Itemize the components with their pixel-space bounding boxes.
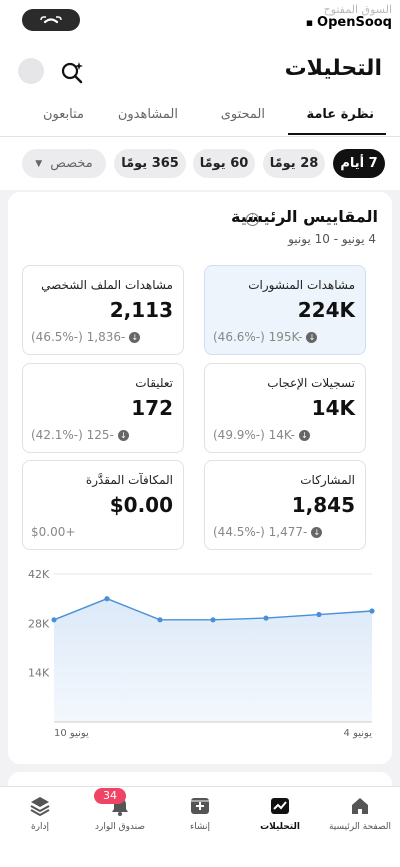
nav-label: إدارة [30, 822, 50, 832]
metric-value: 1,845 [291, 493, 355, 517]
brand-watermark: السوق المفتوح ▪ OpenSooq [306, 4, 392, 29]
nav-create[interactable]: إنشاء [162, 790, 238, 832]
arrow-down-icon: ↓ [298, 429, 310, 441]
metric-delta: (44.5%-) 1,477- ↓ [213, 525, 323, 539]
nav-label: صندوق الوارد [94, 822, 146, 832]
post-views-chart: 42K 28K 14K 4 يونيو 10 يونيو [28, 568, 375, 739]
metric-comments[interactable]: تعليقات 172 (42.1%-) 125- ↓ [22, 363, 184, 453]
arrow-down-icon: ↓ [129, 331, 141, 343]
metric-delta: $0.00+ [31, 525, 76, 539]
metric-delta: (46.5%-) 1,836- ↓ [31, 330, 141, 344]
home-icon [352, 798, 368, 814]
metric-estimated-rewards[interactable]: المكافآت المقدَّرة $0.00 $0.00+ [22, 460, 184, 550]
next-card-edge [8, 772, 392, 786]
data-point [369, 608, 375, 614]
tab-followers[interactable]: متابعون [43, 107, 84, 122]
search-sparkle-icon[interactable] [58, 58, 86, 86]
y-tick-label: 28K [28, 617, 50, 630]
y-tick-label: 14K [28, 667, 50, 680]
active-tab-indicator [288, 133, 386, 135]
y-tick-label: 42K [28, 568, 50, 581]
range-chip-28-days[interactable]: 28 يومًا [263, 149, 325, 178]
chevron-down-icon: ▼ [35, 158, 43, 169]
nav-label: إنشاء [189, 822, 210, 832]
nav-label: الصفحة الرئيسية [328, 822, 392, 832]
avatar[interactable] [18, 58, 44, 84]
data-point [316, 611, 322, 618]
arrow-down-icon: ↓ [306, 331, 318, 343]
arrow-down-icon: ↓ [311, 526, 323, 538]
metric-profile-views[interactable]: مشاهدات الملف الشخصي 2,113 (46.5%-) 1,83… [22, 265, 184, 355]
metric-value: 2,113 [109, 298, 173, 322]
active-call-pill[interactable] [22, 9, 80, 31]
x-tick-label: 4 يونيو [344, 728, 373, 739]
metric-label: مشاهدات المنشورات [248, 278, 355, 292]
area-fill [54, 598, 372, 722]
info-icon[interactable]: i [246, 213, 259, 226]
analytics-icon [271, 798, 289, 814]
metric-value: 14K [311, 396, 355, 420]
metric-shares[interactable]: المشاركات 1,845 (44.5%-) 1,477- ↓ [204, 460, 366, 550]
metric-label: مشاهدات الملف الشخصي [41, 278, 173, 292]
metric-delta: (46.6%-) 195K- ↓ [213, 330, 318, 344]
metric-label: تسجيلات الإعجاب [267, 376, 355, 390]
arrow-down-icon: ↓ [117, 429, 129, 441]
data-point [51, 617, 57, 623]
metric-likes[interactable]: تسجيلات الإعجاب 14K (49.9%-) 14K- ↓ [204, 363, 366, 453]
nav-analytics[interactable]: التحليلات [242, 790, 318, 832]
tab-audience[interactable]: المشاهدون [118, 107, 178, 122]
date-range: 4 يونيو - 10 يونيو [288, 232, 376, 246]
inbox-badge: 34 [94, 788, 126, 804]
range-chip-60-days[interactable]: 60 يومًا [193, 149, 255, 178]
page-title: التحليلات [284, 56, 382, 81]
nav-home[interactable]: الصفحة الرئيسية [322, 790, 398, 832]
metric-value: 224K [297, 298, 355, 322]
range-chip-custom[interactable]: مخصص ▼ [22, 149, 106, 178]
tab-overview[interactable]: نظرة عامة [306, 107, 374, 122]
metric-label: المشاركات [300, 473, 355, 487]
metric-value: $0.00 [109, 493, 173, 517]
phone-icon [40, 16, 62, 24]
data-point [210, 617, 216, 623]
data-point [263, 615, 269, 621]
custom-label: مخصص [50, 156, 93, 171]
data-point [157, 617, 163, 623]
nav-label: التحليلات [260, 822, 300, 832]
data-point [104, 596, 110, 602]
x-tick-label: 10 يونيو [54, 728, 89, 739]
metric-label: تعليقات [135, 376, 173, 390]
brand-english: ▪ OpenSooq [305, 14, 392, 30]
metric-delta: (42.1%-) 125- ↓ [31, 428, 129, 442]
metric-value: 172 [131, 396, 173, 420]
range-chip-7-days[interactable]: 7 أيام [333, 149, 385, 178]
metric-post-views[interactable]: مشاهدات المنشورات 224K (46.6%-) 195K- ↓ [204, 265, 366, 355]
layers-icon [30, 797, 50, 817]
nav-manage[interactable]: إدارة [2, 790, 78, 832]
tab-content[interactable]: المحتوى [221, 107, 265, 122]
create-icon [191, 798, 209, 814]
range-chip-365-days[interactable]: 365 يومًا [114, 149, 186, 178]
metric-delta: (49.9%-) 14K- ↓ [213, 428, 310, 442]
metric-label: المكافآت المقدَّرة [85, 473, 173, 487]
